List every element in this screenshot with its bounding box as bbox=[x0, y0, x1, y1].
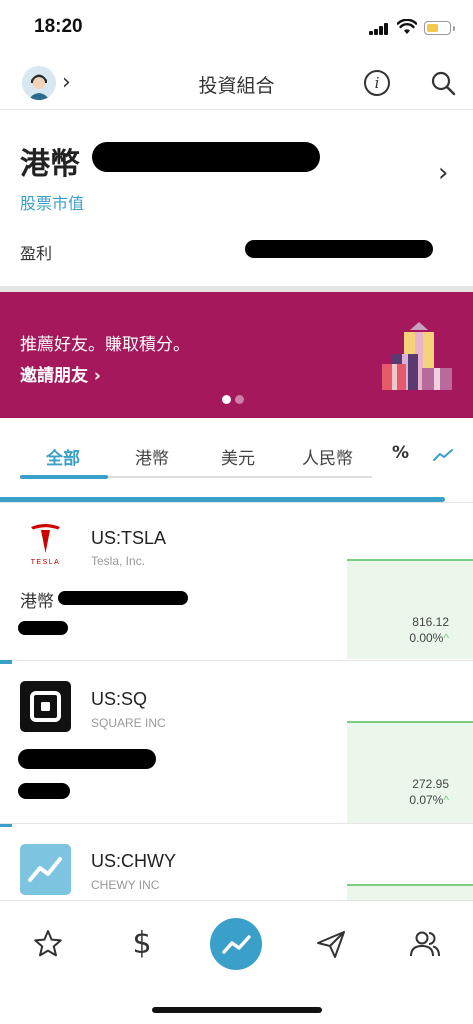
up-caret-icon: ^ bbox=[443, 793, 449, 807]
people-icon[interactable] bbox=[408, 927, 442, 961]
tab-indicator bbox=[20, 475, 108, 479]
trend-icon[interactable] bbox=[210, 918, 262, 970]
search-icon[interactable] bbox=[430, 70, 456, 96]
stock-row-sq[interactable]: US:SQ SQUARE INC 272.95 0.07%^ bbox=[0, 660, 473, 823]
stock-ticker: US:TSLA bbox=[91, 528, 167, 548]
portfolio-currency-title: 港幣 bbox=[20, 147, 80, 182]
star-icon[interactable] bbox=[31, 927, 65, 961]
percent-toggle[interactable]: % bbox=[392, 443, 409, 463]
nav-bar: › 投資組合 i bbox=[0, 58, 473, 110]
tab-hkd[interactable]: 港幣 bbox=[135, 444, 169, 469]
carousel-dot[interactable] bbox=[235, 395, 244, 404]
page-title: 投資組合 bbox=[198, 75, 275, 97]
wifi-icon bbox=[397, 19, 417, 34]
invite-chevron-icon: › bbox=[93, 366, 101, 386]
stock-company-name: Tesla, Inc. bbox=[91, 554, 146, 568]
stock-ticker: US:CHWY bbox=[91, 851, 176, 871]
stock-change: 0.00%^ bbox=[409, 631, 449, 645]
stock-company-name: SQUARE INC bbox=[91, 716, 166, 730]
battery-icon bbox=[424, 21, 455, 35]
sparkline-chart bbox=[347, 884, 473, 900]
redacted-value bbox=[18, 783, 70, 799]
invite-friends-label: 邀請朋友 bbox=[20, 366, 88, 386]
carousel-dots[interactable] bbox=[222, 389, 248, 408]
stock-price: 816.12 bbox=[412, 615, 449, 629]
square-logo bbox=[20, 681, 71, 732]
redacted-value bbox=[92, 142, 320, 172]
tab-rmb[interactable]: 人民幣 bbox=[302, 444, 353, 469]
redacted-value bbox=[58, 591, 188, 605]
stock-market-value-label: 港幣 bbox=[20, 592, 54, 612]
tesla-logo-text: TESLA bbox=[30, 559, 61, 566]
currency-tabs: 全部 港幣 美元 人民幣 % bbox=[0, 418, 473, 498]
referral-banner[interactable]: 推薦好友。賺取積分。 邀請朋友 › bbox=[0, 292, 473, 418]
carousel-dot-active[interactable] bbox=[222, 395, 231, 404]
stock-company-name: CHEWY INC bbox=[91, 878, 160, 892]
redacted-value bbox=[18, 621, 68, 635]
stock-change: 0.07%^ bbox=[409, 793, 449, 807]
tab-usd[interactable]: 美元 bbox=[221, 444, 255, 469]
stock-row-chwy[interactable]: US:CHWY CHEWY INC bbox=[0, 823, 473, 900]
status-time: 18:20 bbox=[34, 16, 83, 37]
tab-all[interactable]: 全部 bbox=[46, 444, 80, 469]
portfolio-subtitle: 股票市值 bbox=[20, 194, 85, 213]
gift-boxes-icon bbox=[382, 322, 452, 390]
signal-icon bbox=[369, 23, 389, 35]
chart-logo bbox=[20, 844, 71, 895]
stock-row-tsla[interactable]: TESLA US:TSLA Tesla, Inc. 港幣 816.12 0.00… bbox=[0, 502, 473, 660]
invite-friends-link[interactable]: 邀請朋友 › bbox=[20, 361, 101, 386]
info-icon[interactable]: i bbox=[364, 70, 390, 96]
trend-line-icon[interactable] bbox=[432, 447, 454, 463]
bottom-tab-bar: $ bbox=[0, 900, 473, 1024]
up-caret-icon: ^ bbox=[443, 631, 449, 645]
stock-price: 272.95 bbox=[412, 777, 449, 791]
redacted-profit bbox=[245, 240, 433, 258]
home-indicator[interactable] bbox=[152, 1007, 322, 1013]
status-bar: 18:20 bbox=[0, 0, 473, 58]
tesla-logo: TESLA bbox=[20, 519, 71, 570]
portfolio-chevron-icon[interactable]: › bbox=[438, 158, 448, 188]
row-marker bbox=[0, 660, 12, 664]
portfolio-summary[interactable]: 港幣 股票市值 › 盈利 bbox=[0, 110, 473, 286]
stock-ticker: US:SQ bbox=[91, 689, 148, 709]
profit-label: 盈利 bbox=[20, 244, 53, 263]
sparkline-chart bbox=[347, 721, 473, 823]
dollar-icon[interactable]: $ bbox=[125, 927, 159, 961]
stock-change-value: 0.07% bbox=[409, 793, 444, 807]
row-marker bbox=[0, 824, 12, 827]
send-icon[interactable] bbox=[314, 927, 348, 961]
promo-text: 推薦好友。賺取積分。 bbox=[20, 335, 190, 355]
redacted-value bbox=[18, 749, 156, 769]
stock-change-value: 0.00% bbox=[409, 631, 444, 645]
